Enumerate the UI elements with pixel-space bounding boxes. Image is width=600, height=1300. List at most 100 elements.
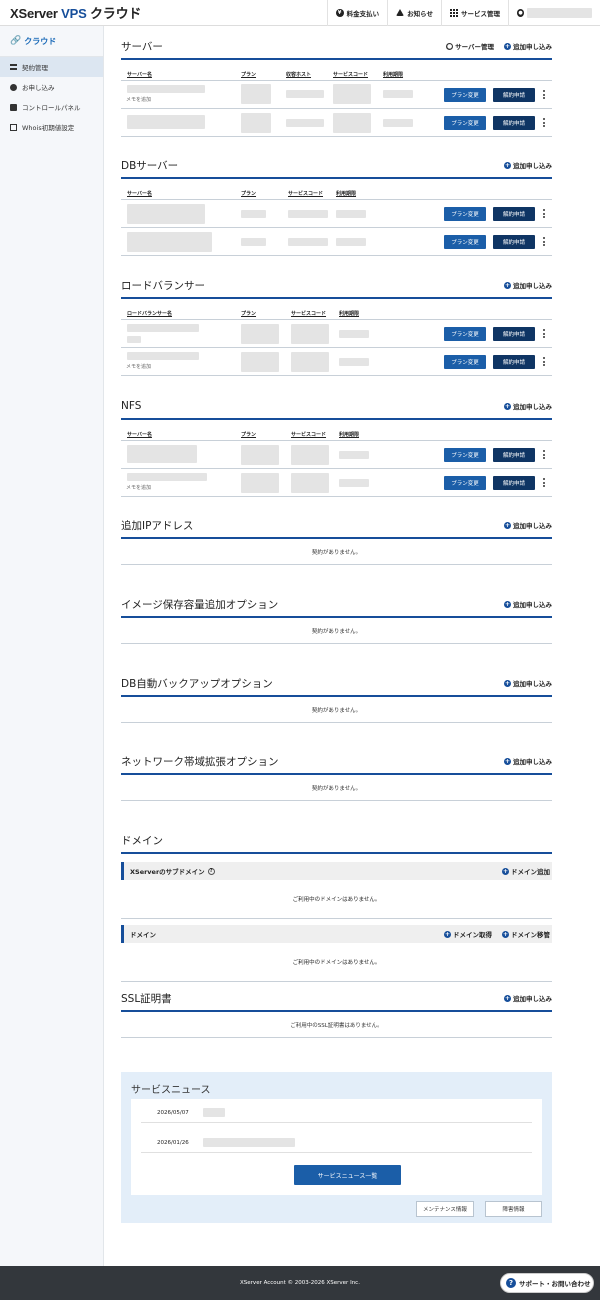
plan-change-button[interactable]: プラン変更 — [444, 207, 486, 221]
cancel-button[interactable]: 解約申請 — [493, 207, 535, 221]
col-plan[interactable]: プラン — [241, 190, 256, 197]
redacted-cell — [288, 238, 328, 246]
plan-change-button[interactable]: プラン変更 — [444, 355, 486, 369]
dbbackup-add-link[interactable]: + 追加申し込み — [504, 678, 552, 688]
redacted-cell — [241, 84, 271, 104]
col-expiry[interactable]: 利用期限 — [336, 190, 356, 197]
empty-message: 契約がありません。 — [121, 618, 552, 644]
support-button[interactable]: ? サポート・お問い合わせ — [500, 1273, 594, 1293]
sidebar-item-contracts[interactable]: 契約管理 — [0, 57, 103, 77]
db-add-link[interactable]: + 追加申し込み — [504, 160, 552, 170]
table-row: プラン変更 解約申請 — [121, 200, 552, 228]
table-header: サーバー名 プラン サービスコード 利用期限 — [121, 179, 552, 200]
col-expiry[interactable]: 利用期限 — [339, 431, 359, 438]
ip-add-link[interactable]: + 追加申し込み — [504, 520, 552, 530]
ssl-add-link[interactable]: + 追加申し込み — [504, 993, 552, 1003]
additional-ip-section: 追加IPアドレス + 追加申し込み 契約がありません。 — [121, 513, 552, 565]
section-title: NFS — [121, 400, 142, 412]
redacted-cell — [127, 352, 199, 360]
yen-icon: ¥ — [335, 8, 344, 17]
col-expiry[interactable]: 利用期限 — [383, 71, 403, 78]
sidebar-item-whois[interactable]: Whois初期値設定 — [0, 117, 103, 137]
db-server-section: DBサーバー + 追加申し込み サーバー名 プラン サービスコード 利用期限 プラ… — [121, 153, 552, 256]
cancel-button[interactable]: 解約申請 — [493, 355, 535, 369]
section-title: ロードバランサー — [121, 279, 205, 292]
image-add-link[interactable]: + 追加申し込み — [504, 599, 552, 609]
plan-change-button[interactable]: プラン変更 — [444, 327, 486, 341]
kebab-menu-icon[interactable] — [543, 450, 545, 459]
cancel-button[interactable]: 解約申請 — [493, 235, 535, 249]
col-expiry[interactable]: 利用期限 — [339, 310, 359, 317]
kebab-menu-icon[interactable] — [543, 357, 545, 366]
network-add-link[interactable]: + 追加申し込み — [504, 756, 552, 766]
lb-add-link[interactable]: + 追加申し込み — [504, 280, 552, 290]
redacted-cell — [333, 113, 371, 133]
col-server-name[interactable]: サーバー名 — [127, 190, 152, 197]
table-row: メモを追加 プラン変更 解約申請 — [121, 81, 552, 109]
kebab-menu-icon[interactable] — [543, 90, 545, 99]
domain-add-link[interactable]: + ドメイン追加 — [502, 866, 550, 876]
redacted-cell — [291, 473, 329, 493]
sidebar-title[interactable]: 🔗 クラウド — [0, 26, 103, 57]
cancel-button[interactable]: 解約申請 — [493, 327, 535, 341]
service-menu-link[interactable]: サービス管理 — [441, 0, 508, 26]
kebab-menu-icon[interactable] — [543, 478, 545, 487]
col-server-name[interactable]: サーバー名 — [127, 71, 152, 78]
news-item[interactable]: 2026/01/26 — [141, 1133, 532, 1153]
plus-icon: + — [504, 994, 511, 1002]
kebab-menu-icon[interactable] — [543, 329, 545, 338]
section-title: DB自動バックアップオプション — [121, 677, 273, 690]
sidebar-item-control-panel[interactable]: コントロールパネル — [0, 97, 103, 117]
nfs-add-link[interactable]: + 追加申し込み — [504, 401, 552, 411]
grid-icon — [450, 8, 458, 17]
cancel-button[interactable]: 解約申請 — [493, 88, 535, 102]
server-manage-link[interactable]: ● サーバー管理 — [446, 41, 494, 51]
link-icon: 🔗 — [10, 36, 22, 46]
domain-get-link[interactable]: + ドメイン取得 — [444, 929, 492, 939]
news-list-button[interactable]: サービスニュース一覧 — [294, 1165, 401, 1185]
kebab-menu-icon[interactable] — [543, 237, 545, 246]
news-item[interactable]: 2026/05/07 — [141, 1103, 532, 1123]
help-icon[interactable]: ? — [207, 867, 215, 875]
col-server-name[interactable]: サーバー名 — [127, 431, 152, 438]
plan-change-button[interactable]: プラン変更 — [444, 116, 486, 130]
notice-link[interactable]: お知らせ — [387, 0, 441, 26]
cancel-button[interactable]: 解約申請 — [493, 448, 535, 462]
plan-change-button[interactable]: プラン変更 — [444, 448, 486, 462]
section-title: 追加IPアドレス — [121, 519, 194, 532]
failure-info-button[interactable]: 障害情報 — [485, 1201, 542, 1217]
col-service-code[interactable]: サービスコード — [291, 431, 326, 438]
col-lb-name[interactable]: ロードバランサー名 — [127, 310, 172, 317]
logo[interactable]: XServer VPS クラウド — [0, 3, 141, 22]
redacted-cell — [286, 90, 324, 98]
redacted-cell — [291, 352, 329, 372]
col-plan[interactable]: プラン — [241, 310, 256, 317]
col-host[interactable]: 収容ホスト — [286, 71, 311, 78]
user-menu[interactable]: ● — [508, 0, 600, 26]
domain-transfer-link[interactable]: + ドメイン移管 — [502, 929, 550, 939]
kebab-menu-icon[interactable] — [543, 209, 545, 218]
server-add-link[interactable]: + 追加申し込み — [504, 41, 552, 51]
memo-link[interactable]: メモを追加 — [126, 484, 151, 491]
memo-link[interactable]: メモを追加 — [126, 96, 151, 103]
col-service-code[interactable]: サービスコード — [333, 71, 368, 78]
billing-link[interactable]: ¥ 料金支払い — [326, 0, 388, 26]
empty-message: ご利用中のドメインはありません。 — [121, 943, 552, 982]
plan-change-button[interactable]: プラン変更 — [444, 476, 486, 490]
col-service-code[interactable]: サービスコード — [288, 190, 323, 197]
kebab-menu-icon[interactable] — [543, 118, 545, 127]
plan-change-button[interactable]: プラン変更 — [444, 235, 486, 249]
plan-change-button[interactable]: プラン変更 — [444, 88, 486, 102]
col-plan[interactable]: プラン — [241, 431, 256, 438]
memo-link[interactable]: メモを追加 — [126, 363, 151, 370]
news-title: サービスニュース — [131, 1085, 211, 1096]
maintenance-info-button[interactable]: メンテナンス情報 — [416, 1201, 474, 1217]
sidebar-item-apply[interactable]: お申し込み — [0, 77, 103, 97]
col-service-code[interactable]: サービスコード — [291, 310, 326, 317]
col-plan[interactable]: プラン — [241, 71, 256, 78]
cancel-button[interactable]: 解約申請 — [493, 476, 535, 490]
cancel-button[interactable]: 解約申請 — [493, 116, 535, 130]
network-option-section: ネットワーク帯域拡張オプション + 追加申し込み 契約がありません。 — [121, 749, 552, 801]
redacted-cell — [291, 445, 329, 465]
document-icon — [10, 123, 17, 131]
